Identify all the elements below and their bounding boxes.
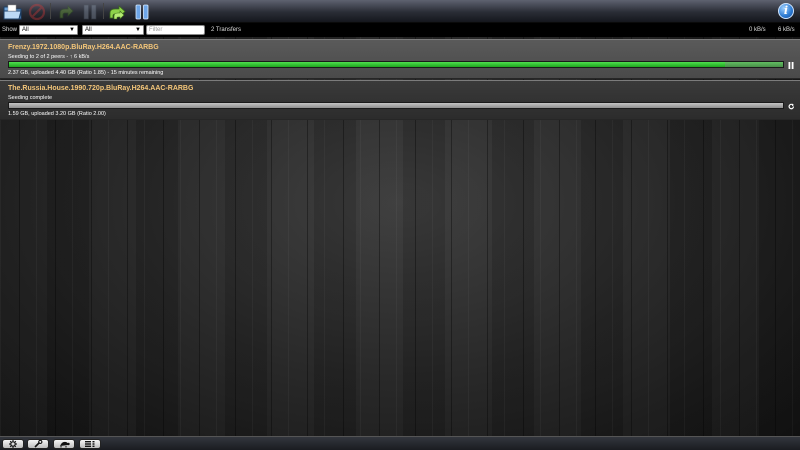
complete-progress-fill bbox=[9, 103, 783, 108]
folder-icon bbox=[3, 4, 22, 19]
resume-arrow-icon bbox=[59, 4, 74, 18]
tracker-filter-select[interactable]: All ▼ bbox=[82, 25, 144, 35]
show-label: Show bbox=[2, 27, 18, 33]
torrent-name: Frenzy.1972.1080p.BluRay.H264.AAC-RARBG bbox=[8, 44, 159, 51]
torrent-name: The.Russia.House.1990.720p.BluRay.H264.A… bbox=[8, 85, 194, 92]
bottom-toolbar bbox=[0, 436, 800, 450]
torrent-peer-status: Seeding complete bbox=[8, 95, 53, 101]
turtle-icon bbox=[60, 441, 70, 448]
toolbar-separator bbox=[50, 3, 51, 19]
pause-icon bbox=[788, 61, 794, 69]
no-entry-icon bbox=[28, 3, 46, 20]
pause-icon bbox=[83, 4, 97, 19]
seed-remaining-fill bbox=[724, 62, 783, 67]
remove-torrent-button[interactable] bbox=[26, 1, 48, 22]
torrent-row[interactable]: Frenzy.1972.1080p.BluRay.H264.AAC-RARBG … bbox=[0, 39, 800, 79]
status-filter-value: All bbox=[22, 27, 29, 33]
gear-icon bbox=[9, 440, 17, 448]
resume-all-button[interactable] bbox=[107, 1, 129, 22]
upload-speed: 6 kB/s bbox=[778, 27, 795, 33]
download-speed: 0 kB/s bbox=[749, 27, 766, 33]
preferences-button[interactable] bbox=[27, 439, 49, 449]
settings-button[interactable] bbox=[2, 439, 24, 449]
torrent-row[interactable]: The.Russia.House.1990.720p.BluRay.H264.A… bbox=[0, 80, 800, 120]
pause-torrent-button[interactable] bbox=[787, 61, 795, 69]
torrent-progress-details: 1.59 GB, uploaded 3.20 GB (Ratio 2.00) bbox=[8, 111, 106, 117]
toolbar-separator bbox=[103, 3, 104, 19]
transfer-count: 2 Transfers bbox=[211, 27, 242, 33]
torrent-progress-bar bbox=[8, 61, 784, 68]
turtle-mode-button[interactable] bbox=[53, 439, 75, 449]
pause-all-icon bbox=[135, 4, 149, 19]
pause-selected-button[interactable] bbox=[79, 1, 101, 22]
torrent-progress-bar bbox=[8, 102, 784, 109]
filter-bar: Show All ▼ All ▼ Filter 2 Transfers 0 kB… bbox=[0, 23, 800, 37]
torrent-peer-status: Seeding to 2 of 2 peers - ↑ 6 kB/s bbox=[8, 54, 90, 60]
dropdown-arrow-icon: ▼ bbox=[135, 27, 141, 33]
filter-search-input[interactable]: Filter bbox=[146, 25, 205, 35]
resume-icon bbox=[788, 103, 794, 109]
open-torrent-button[interactable] bbox=[2, 1, 24, 22]
resume-all-icon bbox=[109, 4, 126, 20]
pause-all-button[interactable] bbox=[131, 1, 153, 22]
wrench-icon bbox=[34, 440, 43, 448]
dropdown-arrow-icon: ▼ bbox=[69, 27, 75, 33]
status-filter-select[interactable]: All ▼ bbox=[19, 25, 78, 35]
compact-view-button[interactable] bbox=[79, 439, 101, 449]
seed-progress-fill bbox=[9, 62, 725, 67]
tracker-filter-value: All bbox=[85, 27, 92, 33]
torrent-progress-details: 2.37 GB, uploaded 4.40 GB (Ratio 1.85) -… bbox=[8, 70, 164, 76]
resume-selected-button[interactable] bbox=[55, 1, 77, 22]
main-toolbar: i bbox=[0, 0, 800, 23]
list-icon bbox=[85, 441, 95, 447]
info-icon[interactable]: i bbox=[778, 3, 794, 19]
resume-torrent-button[interactable] bbox=[787, 102, 795, 110]
